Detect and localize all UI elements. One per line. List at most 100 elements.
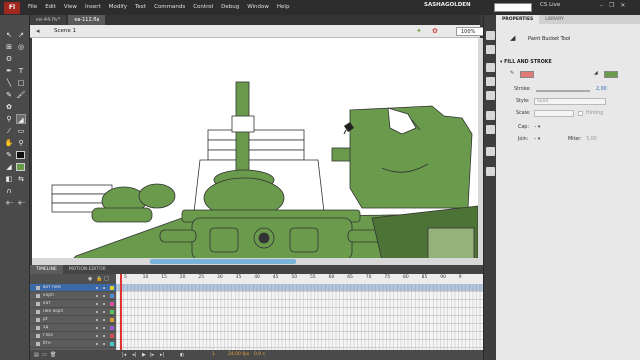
- visibility-toggle[interactable]: [96, 318, 98, 321]
- layer-color-swatch[interactable]: [110, 301, 114, 306]
- motion-presets-icon[interactable]: [486, 147, 495, 156]
- frame-row[interactable]: [116, 308, 483, 316]
- outline-icon[interactable]: □: [104, 276, 109, 282]
- frame-rate[interactable]: 24,00 fps: [228, 352, 249, 357]
- visibility-toggle[interactable]: [96, 302, 98, 305]
- line-tool-icon[interactable]: ╲: [4, 78, 14, 88]
- layer-name[interactable]: pt: [43, 317, 96, 322]
- visibility-toggle[interactable]: [96, 334, 98, 337]
- menu-modify[interactable]: Modify: [105, 0, 131, 15]
- menu-control[interactable]: Control: [189, 0, 217, 15]
- paint-bucket-tool-icon[interactable]: ◢: [16, 114, 26, 124]
- layer-row[interactable]: корп: [30, 292, 116, 300]
- edit-scene-icon[interactable]: ✦: [416, 27, 422, 35]
- frame-row[interactable]: [116, 316, 483, 324]
- playhead[interactable]: [120, 274, 122, 350]
- stroke-slider[interactable]: [536, 90, 590, 92]
- stage-horizontal-scrollbar[interactable]: [32, 258, 478, 265]
- actions-panel-icon[interactable]: [486, 167, 495, 176]
- pen-tool-icon[interactable]: ✒: [4, 66, 14, 76]
- tab-motion-editor[interactable]: MOTION EDITOR: [63, 265, 112, 274]
- workspace-switcher[interactable]: SASHAGOLDEN: [424, 2, 471, 8]
- visibility-toggle[interactable]: [96, 342, 98, 345]
- frame-row[interactable]: [116, 300, 483, 308]
- new-layer-icon[interactable]: ▤: [34, 352, 39, 358]
- fill-color-icon[interactable]: ◢: [4, 162, 14, 172]
- layer-row[interactable]: вот пем: [30, 284, 116, 292]
- stroke-color-swatch[interactable]: [16, 151, 25, 159]
- lasso-tool-icon[interactable]: ʘ: [4, 54, 14, 64]
- layer-name[interactable]: ник корп: [43, 309, 96, 314]
- color-panel-icon[interactable]: [486, 31, 495, 40]
- info-panel-icon[interactable]: [486, 77, 495, 86]
- lock-toggle[interactable]: [103, 326, 105, 329]
- layer-row[interactable]: зд: [30, 324, 116, 332]
- pencil-tool-icon[interactable]: ✎: [4, 90, 14, 100]
- layer-color-swatch[interactable]: [110, 341, 114, 346]
- align-panel-icon[interactable]: [486, 63, 495, 72]
- menu-debug[interactable]: Debug: [217, 0, 243, 15]
- layer-name[interactable]: бгн: [43, 341, 96, 346]
- menu-file[interactable]: File: [24, 0, 41, 15]
- fill-color-swatch[interactable]: [16, 163, 25, 171]
- layer-row[interactable]: кат: [30, 300, 116, 308]
- black-white-icon[interactable]: ◧: [4, 174, 14, 184]
- visibility-toggle[interactable]: [96, 326, 98, 329]
- layer-color-swatch[interactable]: [110, 309, 114, 314]
- visibility-toggle[interactable]: [96, 286, 98, 289]
- layer-row[interactable]: ник корп: [30, 308, 116, 316]
- code-snippets-icon[interactable]: [486, 111, 495, 120]
- lock-toggle[interactable]: [103, 342, 105, 345]
- layer-row[interactable]: pt: [30, 316, 116, 324]
- text-tool-icon[interactable]: T: [16, 66, 26, 76]
- layer-name[interactable]: глаз: [43, 333, 96, 338]
- tab-timeline[interactable]: TIMELINE: [30, 265, 63, 274]
- swap-colors-icon[interactable]: ⇆: [16, 174, 26, 184]
- close-icon[interactable]: ✕: [620, 2, 625, 9]
- selection-tool-icon[interactable]: ↖: [4, 30, 14, 40]
- delete-layer-icon[interactable]: 🗑: [50, 352, 56, 358]
- maximize-icon[interactable]: ❐: [609, 2, 614, 9]
- hinting-checkbox[interactable]: [578, 111, 583, 116]
- free-transform-icon[interactable]: ⊞: [4, 42, 14, 52]
- layer-name[interactable]: корп: [43, 293, 96, 298]
- onion-skin-icon[interactable]: ◐: [180, 352, 184, 358]
- deco-tool-icon[interactable]: ✿: [4, 102, 14, 112]
- eye-icon[interactable]: ◉: [88, 276, 92, 282]
- frame-row[interactable]: [116, 292, 483, 300]
- zoom-tool-icon[interactable]: ⚲: [16, 138, 26, 148]
- join-dropdown[interactable]: – ▾: [534, 137, 540, 142]
- style-dropdown[interactable]: Solid: [534, 98, 606, 105]
- menu-window[interactable]: Window: [243, 0, 273, 15]
- fill-stroke-section[interactable]: ▾ FILL AND STROKE: [500, 60, 552, 65]
- last-frame-icon[interactable]: ▸|: [160, 352, 164, 358]
- stroke-color-swatch[interactable]: [520, 71, 534, 78]
- layer-color-swatch[interactable]: [110, 333, 114, 338]
- layer-color-swatch[interactable]: [110, 293, 114, 298]
- cs-live-button[interactable]: CS Live: [540, 2, 560, 8]
- bone-tool-icon[interactable]: ⚲: [4, 114, 14, 124]
- minimize-icon[interactable]: –: [600, 2, 603, 9]
- tab-properties[interactable]: PROPERTIES: [496, 15, 540, 24]
- menu-text[interactable]: Text: [131, 0, 150, 15]
- fill-color-swatch[interactable]: [604, 71, 618, 78]
- menu-commands[interactable]: Commands: [150, 0, 189, 15]
- lock-toggle[interactable]: [103, 302, 105, 305]
- menu-view[interactable]: View: [60, 0, 81, 15]
- snap-icon[interactable]: ∩: [4, 186, 14, 196]
- layer-color-swatch[interactable]: [110, 285, 114, 290]
- step-back-icon[interactable]: ◂|: [132, 352, 136, 358]
- stage-canvas[interactable]: [32, 38, 478, 260]
- first-frame-icon[interactable]: |◂: [122, 352, 126, 358]
- visibility-toggle[interactable]: [96, 294, 98, 297]
- swatches-panel-icon[interactable]: [486, 45, 495, 54]
- transform-panel-icon[interactable]: [486, 91, 495, 100]
- components-icon[interactable]: [486, 125, 495, 134]
- menu-help[interactable]: Help: [273, 0, 294, 15]
- frame-row[interactable]: [116, 332, 483, 340]
- layer-name[interactable]: зд: [43, 325, 96, 330]
- doc-tab[interactable]: кв-44.flv*: [30, 15, 67, 25]
- subselection-tool-icon[interactable]: ↗: [16, 30, 26, 40]
- edit-symbols-icon[interactable]: ✿: [432, 27, 438, 35]
- hand-tool-icon[interactable]: ✋: [4, 138, 14, 148]
